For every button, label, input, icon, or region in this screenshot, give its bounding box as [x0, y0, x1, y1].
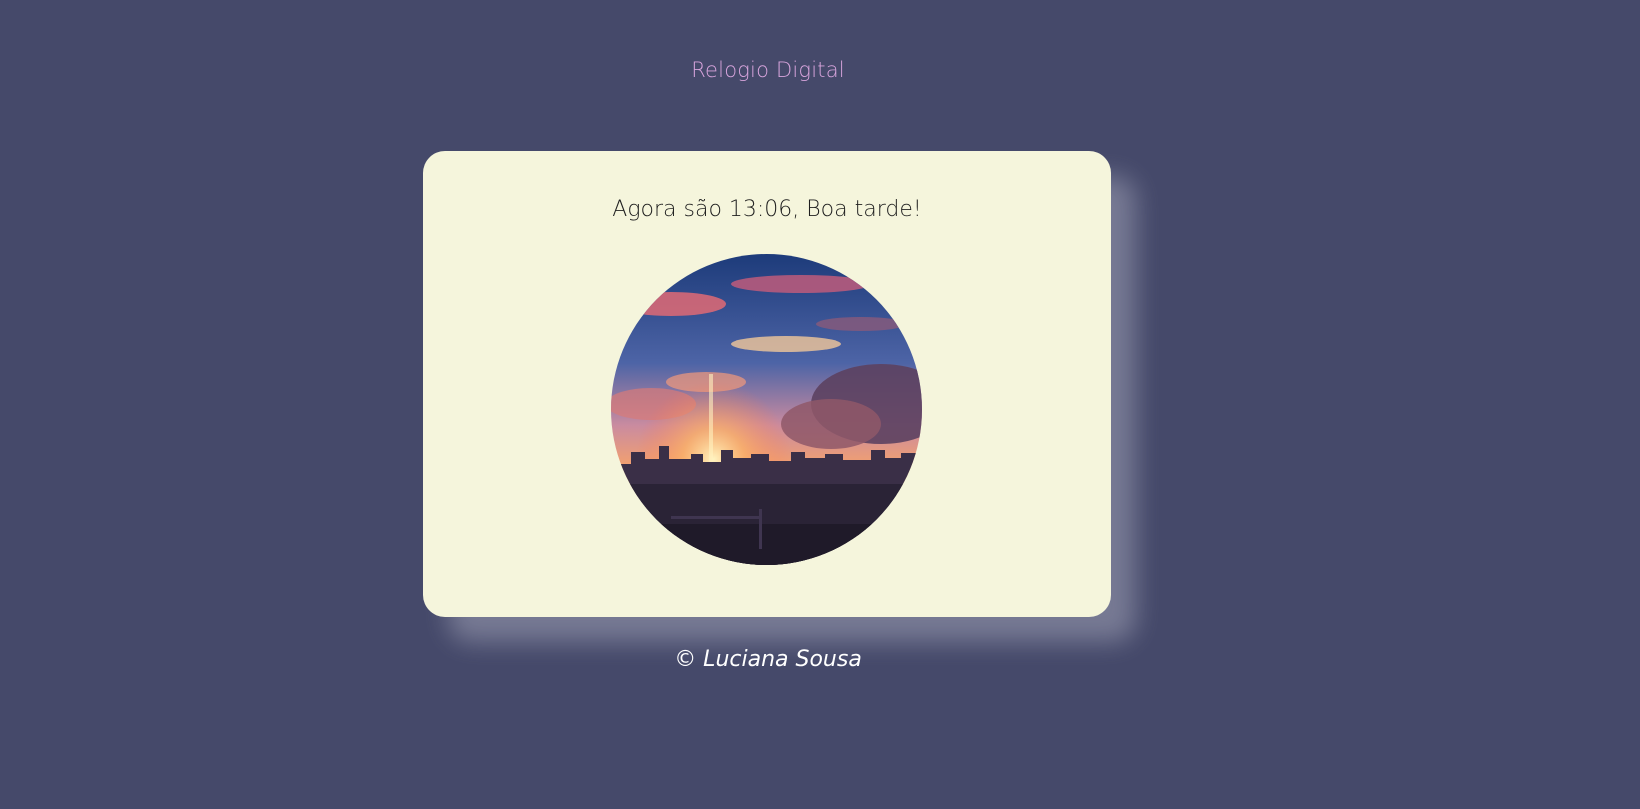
page-title: Relogio Digital — [691, 58, 845, 82]
footer-credit: © Luciana Sousa — [674, 647, 862, 672]
clock-card: Agora são 13:06, Boa tarde! — [423, 151, 1111, 617]
time-greeting: Agora são 13:06, Boa tarde! — [612, 197, 922, 222]
period-image — [611, 254, 922, 565]
